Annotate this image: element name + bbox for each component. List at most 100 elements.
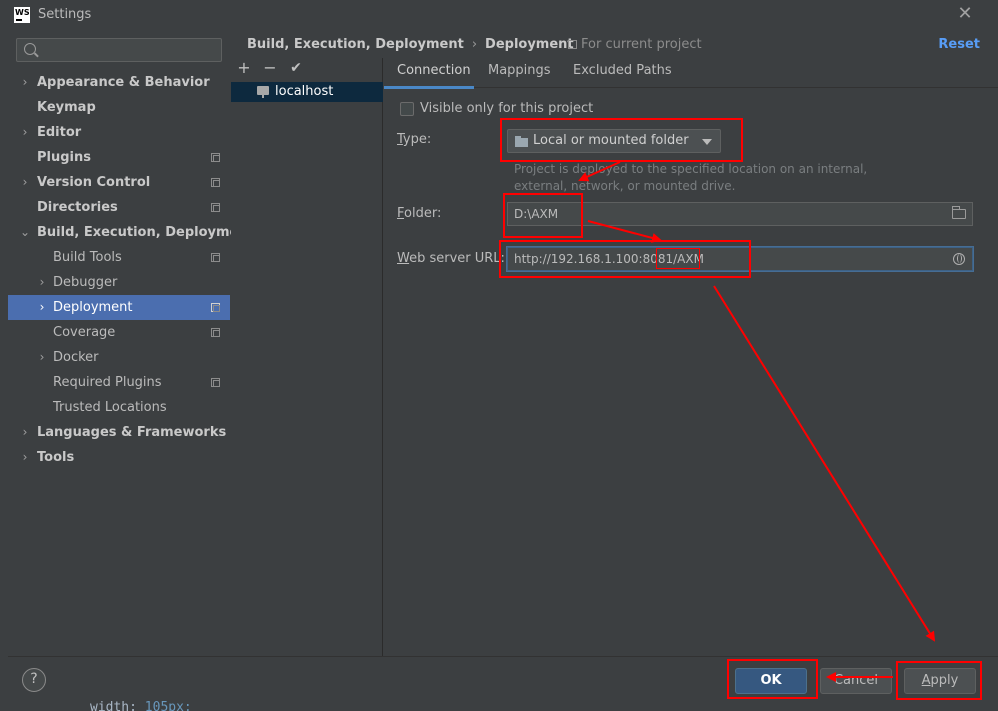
chevron-right-icon[interactable]: › <box>37 270 47 295</box>
sidebar-item-languages-frameworks[interactable]: › Languages & Frameworks <box>8 420 230 445</box>
chevron-down-icon <box>702 139 712 145</box>
sidebar-item-label: Trusted Locations <box>53 400 167 415</box>
breadcrumb-parent[interactable]: Build, Execution, Deployment <box>247 37 464 52</box>
breadcrumb-separator: › <box>471 37 478 52</box>
deployment-tabs: Connection Mappings Excluded Paths <box>384 58 998 89</box>
sidebar-item-label: Deployment <box>53 300 133 315</box>
chevron-right-icon[interactable]: › <box>20 120 30 145</box>
server-icon <box>257 86 269 98</box>
active-tab-indicator <box>384 86 474 89</box>
sidebar-item-plugins[interactable]: Plugins <box>8 145 230 170</box>
close-icon[interactable]: ✕ <box>956 4 974 24</box>
sidebar-item-debugger[interactable]: › Debugger <box>8 270 230 295</box>
sidebar-item-label: Build, Execution, Deployment <box>37 225 254 240</box>
sidebar-item-label: Appearance & Behavior <box>37 75 210 90</box>
sidebar-item-label: Coverage <box>53 325 116 340</box>
open-in-browser-icon[interactable] <box>953 253 965 265</box>
apply-button[interactable]: Apply <box>904 668 976 694</box>
chevron-right-icon[interactable]: › <box>20 445 30 470</box>
web-server-url-value: http://192.168.1.100:8081/AXM <box>514 252 704 266</box>
settings-tree: › Appearance & Behavior Keymap › Editor … <box>8 70 254 470</box>
search-input[interactable] <box>16 38 222 62</box>
tab-label: Connection <box>397 63 471 78</box>
sidebar-item-label: Docker <box>53 350 99 365</box>
project-scope-icon <box>211 303 220 312</box>
chevron-right-icon[interactable]: › <box>20 420 30 445</box>
servers-toolbar: + − ✔ <box>231 58 383 82</box>
title-bar: WS Settings ✕ <box>0 0 998 30</box>
editor-code-peek: width: 105px; <box>90 700 192 711</box>
breadcrumb: Build, Execution, Deployment › Deployment <box>247 37 574 52</box>
sidebar-item-label: Languages & Frameworks <box>37 425 227 440</box>
server-list-item[interactable]: localhost <box>231 82 383 102</box>
chevron-right-icon[interactable]: › <box>20 170 30 195</box>
web-server-url-field[interactable]: http://192.168.1.100:8081/AXM <box>507 247 973 271</box>
search-icon <box>24 43 36 55</box>
add-server-button[interactable]: + <box>235 58 253 78</box>
server-name: localhost <box>275 84 334 99</box>
sidebar-item-label: Version Control <box>37 175 151 190</box>
remove-server-button[interactable]: − <box>261 58 279 78</box>
chevron-down-icon[interactable]: ⌄ <box>20 220 30 245</box>
project-scope-icon <box>211 328 220 337</box>
tab-excluded-paths[interactable]: Excluded Paths <box>573 58 672 88</box>
project-scope-icon <box>211 378 220 387</box>
chevron-right-icon[interactable]: › <box>37 345 47 370</box>
webstorm-logo-icon: WS <box>14 7 30 23</box>
chevron-right-icon[interactable]: › <box>20 70 30 95</box>
folder-icon <box>515 136 528 147</box>
cancel-button[interactable]: Cancel <box>820 668 892 694</box>
sidebar-item-label: Editor <box>37 125 82 140</box>
browse-folder-icon[interactable] <box>952 206 966 219</box>
reset-link[interactable]: Reset <box>938 37 980 52</box>
servers-panel: + − ✔ localhost <box>231 58 383 656</box>
breadcrumb-current: Deployment <box>485 37 574 52</box>
help-button[interactable]: ? <box>22 668 46 692</box>
project-scope-icon <box>211 153 220 162</box>
sidebar-item-build-execution-deployment[interactable]: ⌄ Build, Execution, Deployment <box>8 220 254 245</box>
sidebar-item-editor[interactable]: › Editor <box>8 120 230 145</box>
sidebar-item-version-control[interactable]: › Version Control <box>8 170 230 195</box>
project-scope-icon <box>211 178 220 187</box>
sidebar-item-label: Keymap <box>37 100 96 115</box>
sidebar-item-directories[interactable]: Directories <box>8 195 230 220</box>
ok-button[interactable]: OK <box>735 668 807 694</box>
scope-label: For current project <box>581 37 702 52</box>
folder-field-value: D:\AXM <box>514 207 559 221</box>
chevron-right-icon[interactable]: › <box>37 295 47 320</box>
type-select-value: Local or mounted folder <box>533 133 689 148</box>
sidebar-item-label: Build Tools <box>53 250 122 265</box>
type-select[interactable]: Local or mounted folder <box>507 129 721 153</box>
sidebar-item-label: Required Plugins <box>53 375 162 390</box>
sidebar-item-label: Plugins <box>37 150 91 165</box>
project-scope-icon <box>211 203 220 212</box>
sidebar-item-appearance-behavior[interactable]: › Appearance & Behavior <box>8 70 230 95</box>
visible-only-checkbox[interactable] <box>400 102 414 116</box>
sidebar-item-docker[interactable]: › Docker <box>8 345 230 370</box>
sidebar-item-build-tools[interactable]: Build Tools <box>8 245 230 270</box>
annotation-arrow-url-to-apply <box>713 285 936 642</box>
tab-mappings[interactable]: Mappings <box>488 58 551 88</box>
web-server-url-label: Web server URL: <box>397 251 505 266</box>
sidebar-item-trusted-locations[interactable]: Trusted Locations <box>8 395 230 420</box>
scope-indicator: For current project <box>568 37 702 52</box>
sidebar-item-label: Debugger <box>53 275 118 290</box>
sidebar-item-tools[interactable]: › Tools <box>8 445 230 470</box>
type-label: Type: <box>397 132 432 147</box>
project-scope-icon <box>568 40 577 49</box>
sidebar-item-keymap[interactable]: Keymap <box>8 95 230 120</box>
sidebar-item-label: Directories <box>37 200 118 215</box>
settings-sidebar: › Appearance & Behavior Keymap › Editor … <box>8 30 254 656</box>
set-default-server-button[interactable]: ✔ <box>287 58 305 78</box>
sidebar-item-coverage[interactable]: Coverage <box>8 320 230 345</box>
project-scope-icon <box>211 253 220 262</box>
sidebar-item-required-plugins[interactable]: Required Plugins <box>8 370 230 395</box>
visible-only-label[interactable]: Visible only for this project <box>420 101 593 116</box>
settings-dialog: WS Settings ✕ › Appearance & Behavior Ke… <box>0 0 998 711</box>
tab-connection[interactable]: Connection <box>384 58 474 89</box>
folder-field[interactable]: D:\AXM <box>507 202 973 226</box>
sidebar-item-label: Tools <box>37 450 75 465</box>
type-hint: Project is deployed to the specified loc… <box>514 162 868 193</box>
sidebar-item-deployment[interactable]: › Deployment <box>8 295 230 320</box>
window-title: Settings <box>38 7 92 22</box>
